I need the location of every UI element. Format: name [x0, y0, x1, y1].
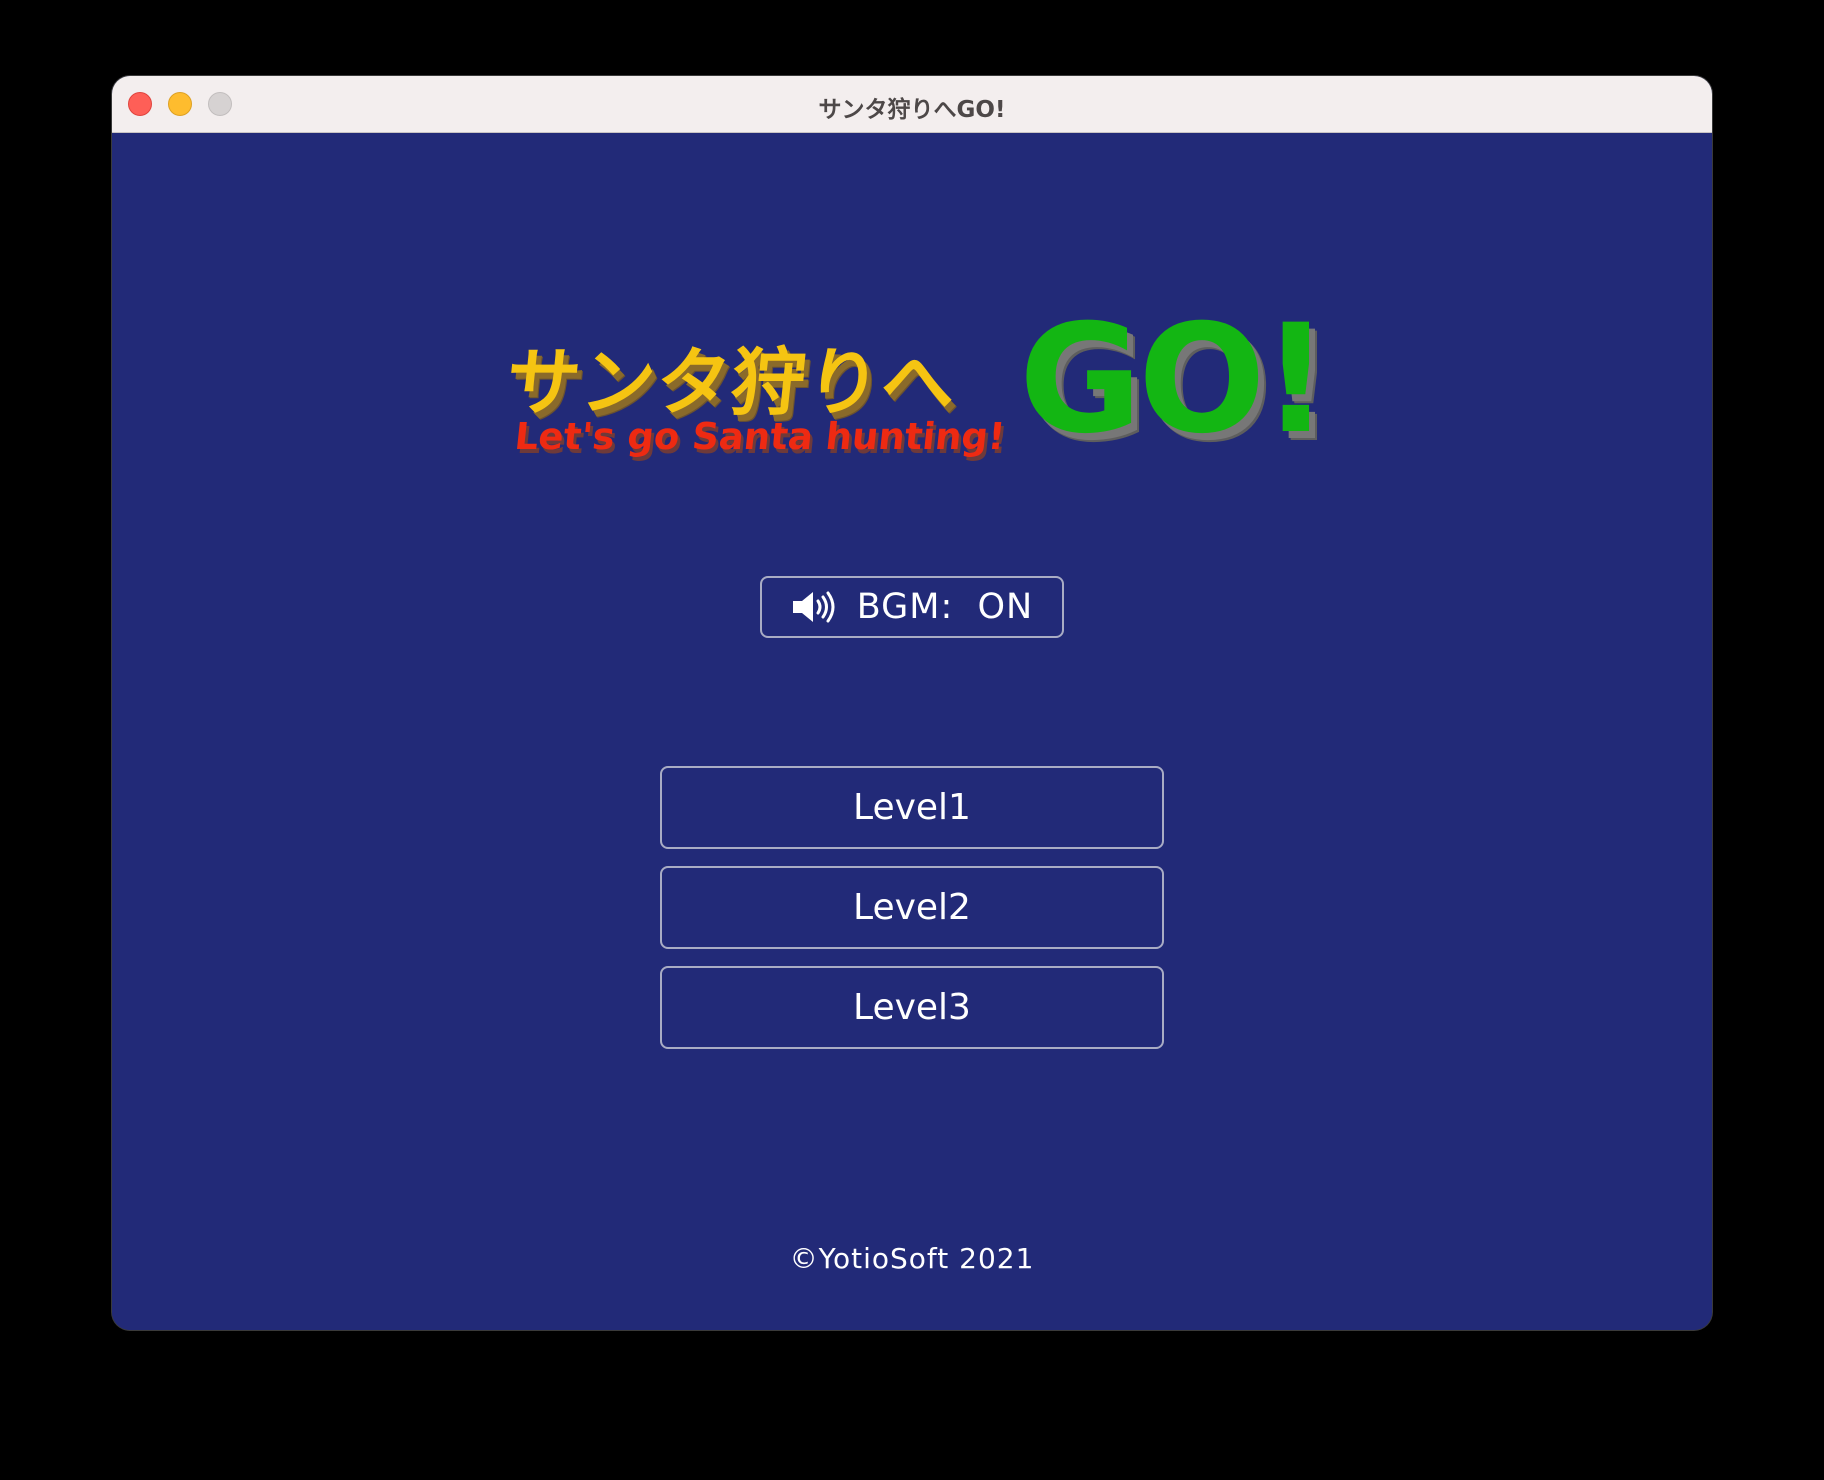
level-select-list: Level1 Level2 Level3 — [660, 766, 1164, 1066]
logo-title-japanese: サンタ狩りへ — [501, 340, 961, 426]
logo-subtitle-english: Let's go Santa hunting! — [512, 415, 1008, 458]
game-logo: サンタ狩りへ Let's go Santa hunting! GO! — [502, 293, 1337, 483]
level3-button[interactable]: Level3 — [660, 966, 1164, 1049]
copyright-text: ©YotioSoft 2021 — [789, 1242, 1035, 1275]
logo-go-text: GO! — [1019, 293, 1330, 467]
title-bar[interactable]: サンタ狩りへGO! — [112, 76, 1712, 133]
level1-button[interactable]: Level1 — [660, 766, 1164, 849]
speaker-icon — [791, 589, 839, 625]
app-window: サンタ狩りへGO! サンタ狩りへ Let's go Santa hunting!… — [112, 76, 1712, 1330]
bgm-toggle-label: BGM: ON — [856, 587, 1034, 627]
level2-button[interactable]: Level2 — [660, 866, 1164, 949]
bgm-toggle-button[interactable]: BGM: ON — [760, 576, 1064, 638]
window-title: サンタ狩りへGO! — [818, 97, 1006, 123]
game-title-screen: サンタ狩りへ Let's go Santa hunting! GO! BGM: … — [112, 133, 1712, 1330]
